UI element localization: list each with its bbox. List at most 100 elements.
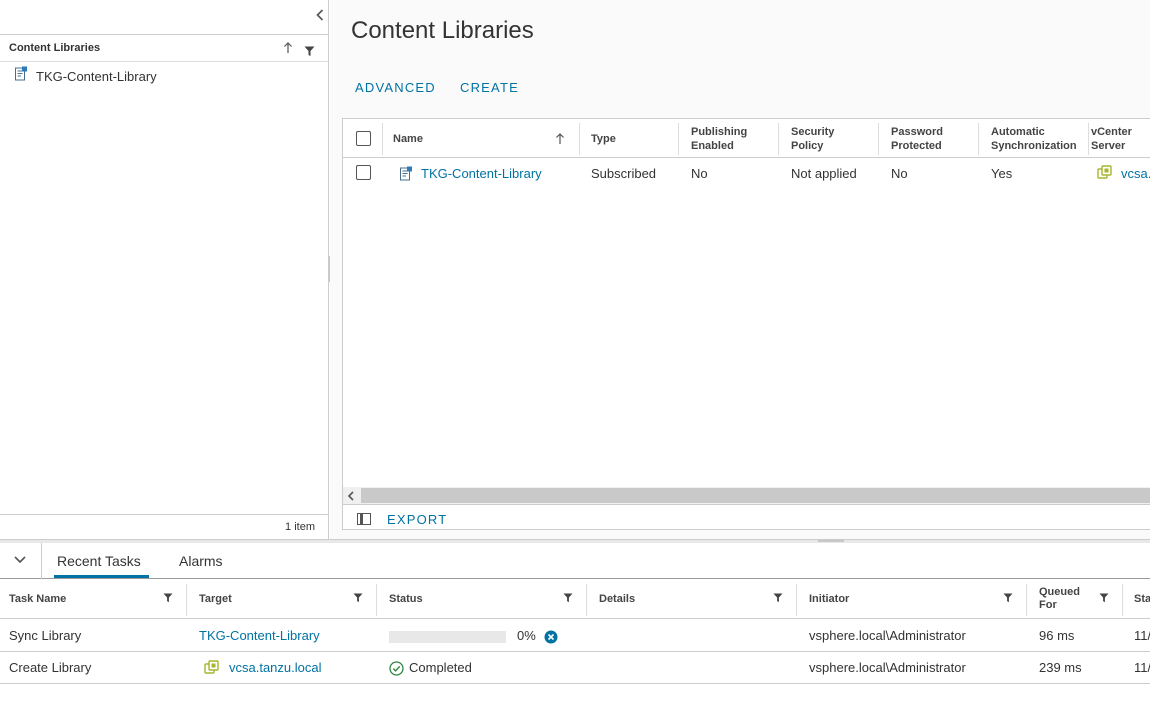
filter-icon[interactable]: [1099, 590, 1109, 603]
header-line: Policy: [791, 140, 824, 152]
column-header-security-policy[interactable]: Security Policy: [791, 125, 834, 153]
column-separator: [678, 123, 679, 155]
create-button[interactable]: CREATE: [460, 80, 519, 95]
header-line: Protected: [891, 140, 942, 152]
column-header-vcenter-server[interactable]: vCenter Server: [1091, 125, 1132, 153]
tab-recent-tasks[interactable]: Recent Tasks: [57, 553, 141, 569]
header-line: Queued: [1039, 586, 1080, 598]
task-row[interactable]: Sync Library TKG-Content-Library 0% vsph…: [0, 620, 1150, 652]
recent-tasks-pane: Recent Tasks Alarms Task Name Target Sta…: [0, 543, 1150, 704]
library-name-link[interactable]: TKG-Content-Library: [421, 166, 542, 181]
tasks-table-header: Task Name Target Status Details Initiato…: [0, 580, 1150, 619]
vcenter-server-link[interactable]: vcsa.: [1121, 166, 1150, 181]
column-header-details[interactable]: Details: [599, 593, 635, 606]
cancel-task-icon[interactable]: [544, 630, 558, 649]
table-row[interactable]: TKG-Content-Library Subscribed No Not ap…: [343, 159, 1150, 187]
completed-check-icon: [389, 661, 404, 681]
content-library-icon: [399, 166, 413, 186]
header-line: Enabled: [691, 140, 734, 152]
column-header-target[interactable]: Target: [199, 593, 232, 606]
sort-ascending-icon[interactable]: [282, 41, 294, 55]
filter-icon[interactable]: [353, 590, 363, 603]
filter-icon[interactable]: [773, 590, 783, 603]
header-line: Security: [791, 126, 835, 138]
password-protected-value: No: [891, 166, 908, 181]
column-header-password-protected[interactable]: Password Protected: [891, 125, 943, 153]
column-separator: [1088, 123, 1089, 155]
column-header-queued-for[interactable]: Queued For: [1039, 586, 1080, 612]
task-initiator: vsphere.local\Administrator: [809, 660, 966, 675]
column-separator: [878, 123, 879, 155]
header-line: Server: [1091, 140, 1126, 152]
left-panel-header: Content Libraries: [0, 34, 328, 62]
publishing-enabled-value: No: [691, 166, 708, 181]
column-header-start-time[interactable]: Sta: [1134, 593, 1150, 606]
item-count: 1 item: [285, 521, 315, 533]
collapse-pane-button[interactable]: [0, 543, 42, 579]
column-toggle-icon[interactable]: [357, 512, 371, 525]
column-separator: [376, 584, 377, 616]
column-separator: [186, 584, 187, 616]
active-tab-indicator: [54, 575, 149, 578]
task-progress-bar: [389, 631, 506, 643]
task-queued-for: 96 ms: [1039, 628, 1075, 643]
task-target-link[interactable]: vcsa.tanzu.local: [229, 660, 322, 675]
column-separator: [778, 123, 779, 155]
left-tree-item[interactable]: TKG-Content-Library: [14, 66, 157, 86]
task-target-link[interactable]: TKG-Content-Library: [199, 628, 320, 643]
column-separator: [586, 584, 587, 616]
column-header-initiator[interactable]: Initiator: [809, 593, 849, 606]
column-separator: [1122, 584, 1123, 616]
tab-alarms[interactable]: Alarms: [179, 553, 223, 569]
automatic-sync-value: Yes: [991, 166, 1013, 181]
sort-ascending-icon[interactable]: [554, 132, 566, 146]
vcenter-icon: [204, 660, 219, 680]
column-header-type[interactable]: Type: [591, 132, 616, 146]
column-header-publishing-enabled[interactable]: Publishing Enabled: [691, 125, 747, 153]
task-start-time: 11/: [1134, 628, 1150, 643]
task-start-time: 11/: [1134, 660, 1150, 675]
main-content: Content Libraries ADVANCED CREATE Name T…: [330, 0, 1150, 539]
left-panel-title: Content Libraries: [9, 42, 101, 54]
column-header-task-name[interactable]: Task Name: [9, 593, 66, 606]
left-panel-footer: 1 item: [0, 514, 328, 539]
advanced-button[interactable]: ADVANCED: [355, 80, 436, 95]
filter-icon[interactable]: [304, 44, 315, 56]
content-libraries-grid: Name Type Publishing Enabled Security Poli…: [342, 118, 1150, 530]
column-separator: [796, 584, 797, 616]
filter-icon[interactable]: [1003, 590, 1013, 603]
column-header-name[interactable]: Name: [393, 132, 423, 146]
header-line: For: [1039, 599, 1057, 611]
column-header-status[interactable]: Status: [389, 593, 423, 606]
task-name: Sync Library: [9, 628, 82, 643]
export-button[interactable]: EXPORT: [387, 512, 447, 527]
pane-resize-handle[interactable]: [818, 539, 844, 542]
filter-icon[interactable]: [563, 590, 573, 603]
task-status-text: Completed: [409, 660, 472, 675]
task-queued-for: 239 ms: [1039, 660, 1082, 675]
left-navigation-panel: Content Libraries TKG-Content-Library 1 …: [0, 0, 329, 539]
select-all-checkbox[interactable]: [356, 131, 371, 146]
content-library-icon: [14, 66, 28, 86]
task-row[interactable]: Create Library vcsa.tanzu.local Complete…: [0, 652, 1150, 684]
bottom-tab-bar: Recent Tasks Alarms: [0, 543, 1150, 579]
column-separator: [382, 123, 383, 155]
task-initiator: vsphere.local\Administrator: [809, 628, 966, 643]
horizontal-scrollbar[interactable]: [343, 487, 1150, 504]
task-progress-text: 0%: [517, 628, 536, 643]
column-separator: [978, 123, 979, 155]
grid-footer: EXPORT: [343, 504, 1150, 529]
header-line: Publishing: [691, 126, 748, 138]
column-header-automatic-synchronization[interactable]: Automatic Synchronization: [991, 125, 1077, 153]
row-checkbox[interactable]: [356, 165, 371, 180]
scroll-left-icon[interactable]: [345, 489, 357, 501]
library-type: Subscribed: [591, 166, 657, 181]
column-separator: [1026, 584, 1027, 616]
grid-header: Name Type Publishing Enabled Security Poli…: [343, 119, 1150, 158]
header-line: vCenter: [1091, 126, 1132, 138]
scrollbar-thumb[interactable]: [361, 488, 1150, 503]
collapse-panel-icon[interactable]: [312, 7, 328, 23]
filter-icon[interactable]: [163, 590, 173, 603]
header-line: Automatic: [991, 126, 1045, 138]
header-line: Synchronization: [991, 140, 1077, 152]
